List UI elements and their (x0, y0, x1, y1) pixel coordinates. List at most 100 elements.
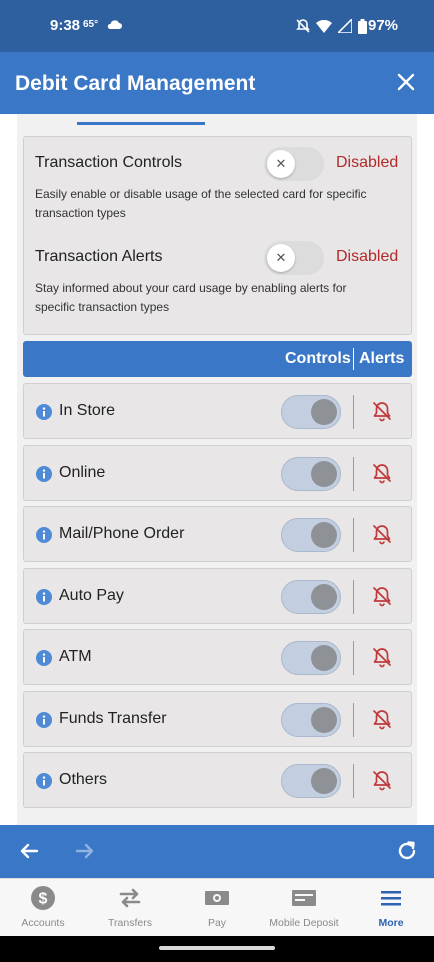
transaction-controls-description: Easily enable or disable usage of the se… (35, 187, 367, 220)
nav-label: Mobile Deposit (269, 917, 339, 929)
info-icon[interactable] (36, 589, 52, 605)
bell-off-icon[interactable] (371, 462, 393, 484)
info-icon[interactable] (36, 773, 52, 789)
status-time: 9:38 (50, 17, 81, 34)
list-item-funds-transfer: Funds Transfer (23, 691, 412, 747)
battery-icon (358, 18, 367, 34)
nav-accounts[interactable]: $ Accounts (0, 879, 86, 937)
mobile-deposit-icon (292, 890, 316, 906)
active-tab-indicator (77, 122, 205, 125)
column-divider (353, 348, 354, 370)
nav-more[interactable]: More (348, 879, 434, 937)
table-header: Controls Alerts (23, 341, 412, 377)
app-header: Debit Card Management (0, 52, 434, 114)
list-item-others: Others (23, 752, 412, 808)
info-icon[interactable] (36, 466, 52, 482)
nav-label: Accounts (21, 917, 65, 929)
list-item-online: Online (23, 445, 412, 501)
row-divider (353, 457, 354, 491)
toggle-knob (311, 584, 337, 610)
alerts-column-header: Alerts (359, 350, 405, 367)
row-divider (353, 580, 354, 614)
bell-off-icon[interactable] (371, 769, 393, 791)
close-icon[interactable] (394, 70, 418, 94)
auto-pay-control-toggle[interactable] (281, 580, 341, 614)
nav-label: More (378, 917, 404, 929)
mail-phone-order-control-toggle[interactable] (281, 518, 341, 552)
bottom-nav: $ Accounts Transfers Pay Mobile Deposit … (0, 878, 434, 936)
info-icon[interactable] (36, 404, 52, 420)
row-divider (353, 395, 354, 429)
home-gesture-bar[interactable] (159, 946, 275, 950)
atm-control-toggle[interactable] (281, 641, 341, 675)
online-control-toggle[interactable] (281, 457, 341, 491)
row-label: Online (59, 464, 106, 481)
row-label: Others (59, 771, 108, 788)
row-divider (353, 703, 354, 737)
bell-off-icon[interactable] (371, 523, 393, 545)
toggle-knob (311, 522, 337, 548)
in-store-control-toggle[interactable] (281, 395, 341, 429)
others-control-toggle[interactable] (281, 764, 341, 798)
row-divider (353, 764, 354, 798)
transaction-alerts-toggle[interactable]: ✕ (264, 241, 324, 275)
transaction-alerts-title: Transaction Alerts (35, 248, 163, 265)
toggle-knob (311, 399, 337, 425)
transaction-alerts-description: Stay informed about your card usage by e… (35, 281, 347, 314)
info-icon[interactable] (36, 712, 52, 728)
nav-label: Pay (207, 917, 227, 929)
row-label: ATM (59, 648, 92, 665)
signal-icon (338, 19, 352, 33)
status-temperature: 65° (83, 19, 99, 30)
battery-percent: 97% (368, 17, 399, 34)
info-icon[interactable] (36, 527, 52, 543)
settings-panel: Transaction Controls ✕ Disabled Easily e… (23, 136, 412, 335)
close-icon: ✕ (267, 244, 295, 272)
status-icons (296, 18, 367, 34)
pay-icon (205, 891, 229, 905)
row-divider (353, 641, 354, 675)
gesture-area (0, 936, 434, 962)
toggle-knob (311, 768, 337, 794)
cloud-icon (107, 20, 122, 29)
nav-transfers[interactable]: Transfers (87, 879, 173, 937)
bell-off-icon[interactable] (371, 708, 393, 730)
dollar-icon: $ (31, 886, 55, 910)
row-label: Mail/Phone Order (59, 525, 185, 542)
transaction-controls-toggle[interactable]: ✕ (264, 147, 324, 181)
info-icon[interactable] (36, 650, 52, 666)
toggle-knob (311, 461, 337, 487)
row-label: Auto Pay (59, 587, 124, 604)
transaction-alerts-status: Disabled (336, 248, 399, 265)
nav-mobile-deposit[interactable]: Mobile Deposit (261, 879, 347, 937)
toggle-knob (311, 645, 337, 671)
list-item-mail-phone-order: Mail/Phone Order (23, 506, 412, 562)
list-item-auto-pay: Auto Pay (23, 568, 412, 624)
funds-transfer-control-toggle[interactable] (281, 703, 341, 737)
transaction-controls-status: Disabled (336, 154, 399, 171)
browser-nav-bar (0, 825, 434, 878)
mute-icon (296, 19, 310, 33)
row-label: Funds Transfer (59, 710, 167, 727)
transfer-icon (119, 888, 141, 908)
controls-column-header: Controls (285, 350, 351, 367)
close-icon: ✕ (267, 150, 295, 178)
status-bar: 9:38 65° 97% (0, 0, 434, 52)
refresh-icon[interactable] (395, 839, 419, 863)
list-item-in-store: In Store (23, 383, 412, 439)
bell-off-icon[interactable] (371, 646, 393, 668)
nav-pay[interactable]: Pay (174, 879, 260, 937)
row-label: In Store (59, 402, 116, 419)
transaction-controls-title: Transaction Controls (35, 154, 183, 171)
svg-text:$: $ (39, 891, 48, 908)
row-divider (353, 518, 354, 552)
toggle-knob (311, 707, 337, 733)
forward-arrow-icon[interactable] (73, 839, 97, 863)
wifi-icon (316, 19, 332, 33)
page-title: Debit Card Management (15, 72, 256, 95)
back-arrow-icon[interactable] (17, 839, 41, 863)
bell-off-icon[interactable] (371, 585, 393, 607)
bell-off-icon[interactable] (371, 400, 393, 422)
nav-label: Transfers (108, 917, 152, 929)
menu-icon (381, 891, 401, 906)
